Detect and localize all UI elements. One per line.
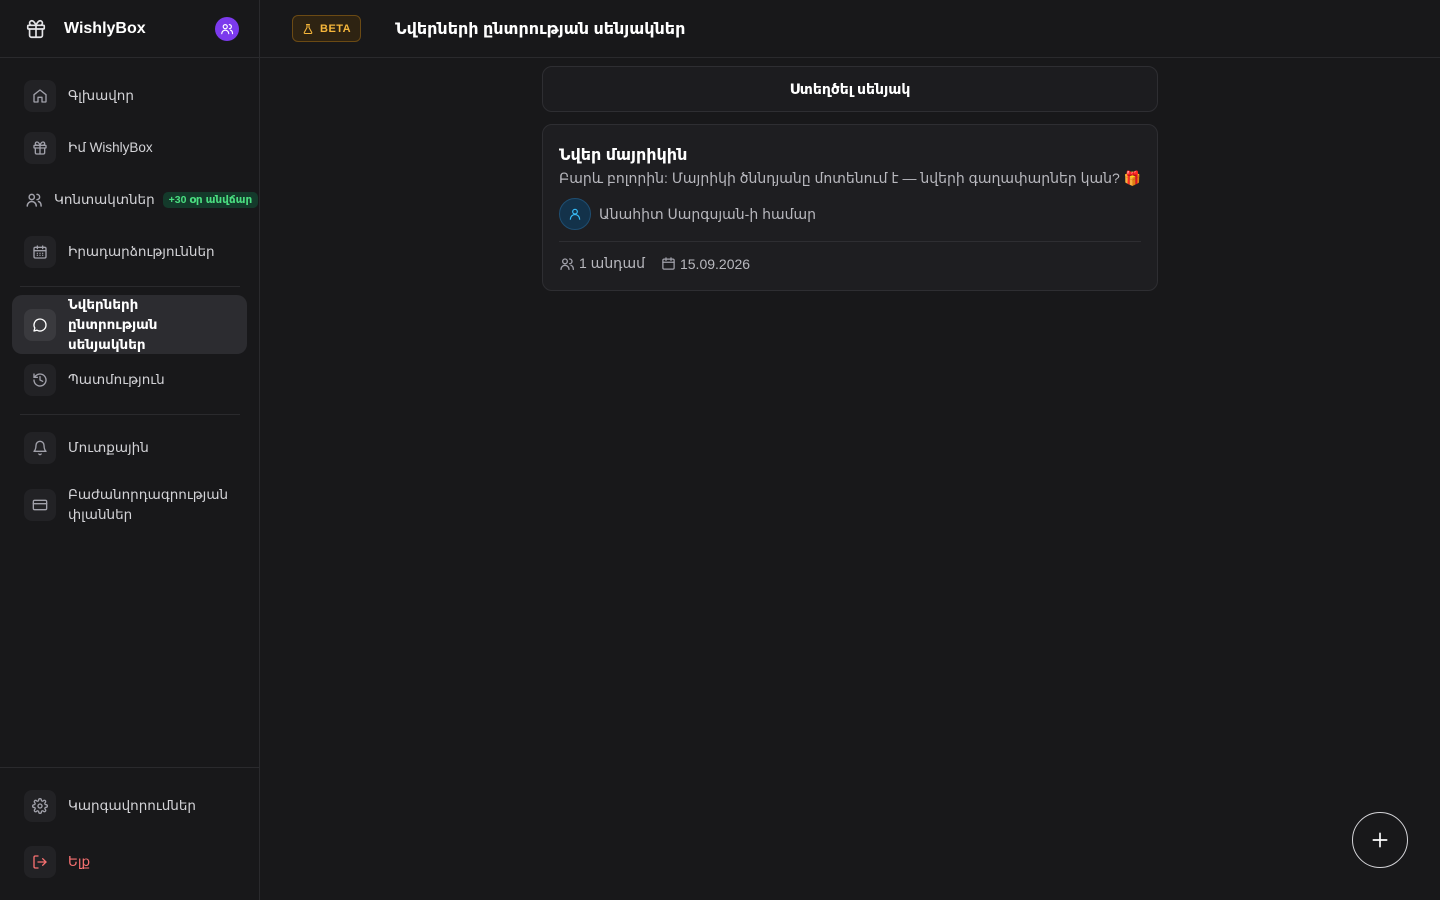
card-divider [559, 241, 1141, 242]
beta-badge: BETA [292, 15, 362, 42]
sidebar-item-label: Կոնտակտներ [54, 192, 155, 207]
room-card[interactable]: Նվեր մայրիկին Բարև բոլորին: Մայրիկի ծննդ… [542, 124, 1158, 291]
plus-icon [1372, 832, 1388, 848]
settings-label: Կարգավորումներ [68, 798, 196, 813]
users-icon [560, 257, 574, 270]
sidebar-item-subscription-plans[interactable]: Բաժանորդագրության փլաններ [12, 484, 247, 526]
gift-logo-icon[interactable] [24, 17, 48, 41]
bell-icon [24, 432, 56, 464]
date-label: 15.09.2026 [679, 255, 751, 272]
users-icon [18, 184, 50, 216]
history-icon [24, 364, 56, 396]
team-switch-icon[interactable] [215, 16, 239, 41]
sidebar-item-events[interactable]: Իրադարձություններ [12, 234, 247, 270]
sidebar-bottom-divider [0, 767, 259, 768]
members-count: 1 անդամ [559, 255, 645, 272]
sidebar-item-label: Գլխավոր [68, 88, 134, 103]
calendar-icon [662, 257, 675, 270]
sidebar-item-label: Իրադարձություններ [68, 244, 215, 259]
card-icon [24, 489, 56, 521]
home-icon [24, 80, 56, 112]
sidebar-item-label: Նվերների ընտրության սենյակներ [68, 296, 158, 352]
sidebar-nav: Գլխավոր Իմ WishlyBox Կոնտակտներ +30 օր ա… [0, 58, 259, 522]
brand-header: WishlyBox [0, 0, 259, 58]
beta-label: BETA [320, 22, 352, 35]
room-title: Նվեր մայրիկին [559, 147, 688, 164]
logout-icon [24, 846, 56, 878]
gift-icon [24, 132, 56, 164]
gear-icon [24, 790, 56, 822]
top-bar: BETA Նվերների ընտրության սենյակներ [260, 0, 1440, 58]
logout-label: Ելք [68, 854, 91, 869]
sidebar-divider [20, 286, 240, 287]
room-description: Բարև բոլորին: Մայրիկի ծննդյանը մոտենում … [559, 170, 1142, 186]
sidebar-item-home[interactable]: Գլխավոր [12, 78, 247, 114]
sidebar-item-label: Բաժանորդագրության փլաններ [68, 487, 229, 522]
room-date: 15.09.2026 [661, 256, 750, 272]
user-avatar-icon [559, 198, 591, 230]
add-fab-button[interactable] [1352, 812, 1408, 868]
sidebar-item-history[interactable]: Պատմություն [12, 362, 247, 398]
recipient-label: Անահիտ Սարգսյան-ի համար [599, 205, 816, 222]
calendar-icon [24, 236, 56, 268]
room-meta: 1 անդամ 15.09.2026 [559, 255, 750, 272]
logout-button[interactable]: Ելք [12, 844, 247, 880]
flask-icon [303, 23, 313, 34]
room-recipient: Անահիտ Սարգսյան-ի համար [559, 198, 816, 230]
page-title: Նվերների ընտրության սենյակներ [395, 20, 686, 38]
sidebar-divider [20, 414, 240, 415]
chat-icon [24, 308, 56, 341]
sidebar-item-inbox[interactable]: Մուտքային [12, 430, 247, 466]
sidebar-item-my-wishlybox[interactable]: Իմ WishlyBox [12, 130, 247, 166]
free-trial-badge: +30 օր անվճար [162, 192, 259, 208]
create-room-button[interactable]: Ստեղծել սենյակ [542, 66, 1158, 112]
members-label: 1 անդամ [579, 255, 645, 271]
sidebar-item-settings[interactable]: Կարգավորումներ [12, 788, 247, 824]
app-name[interactable]: WishlyBox [64, 20, 215, 38]
sidebar-item-contacts[interactable]: Կոնտակտներ +30 օր անվճար [12, 182, 259, 218]
sidebar-item-label: Պատմություն [68, 372, 165, 387]
sidebar-item-label: Մուտքային [68, 440, 149, 455]
sidebar-item-gift-rooms[interactable]: Նվերների ընտրության սենյակներ [12, 295, 247, 354]
sidebar: WishlyBox Գլխավոր Իմ WishlyBox Կոնտակտնե… [0, 0, 260, 900]
sidebar-item-label: Իմ WishlyBox [68, 140, 153, 155]
